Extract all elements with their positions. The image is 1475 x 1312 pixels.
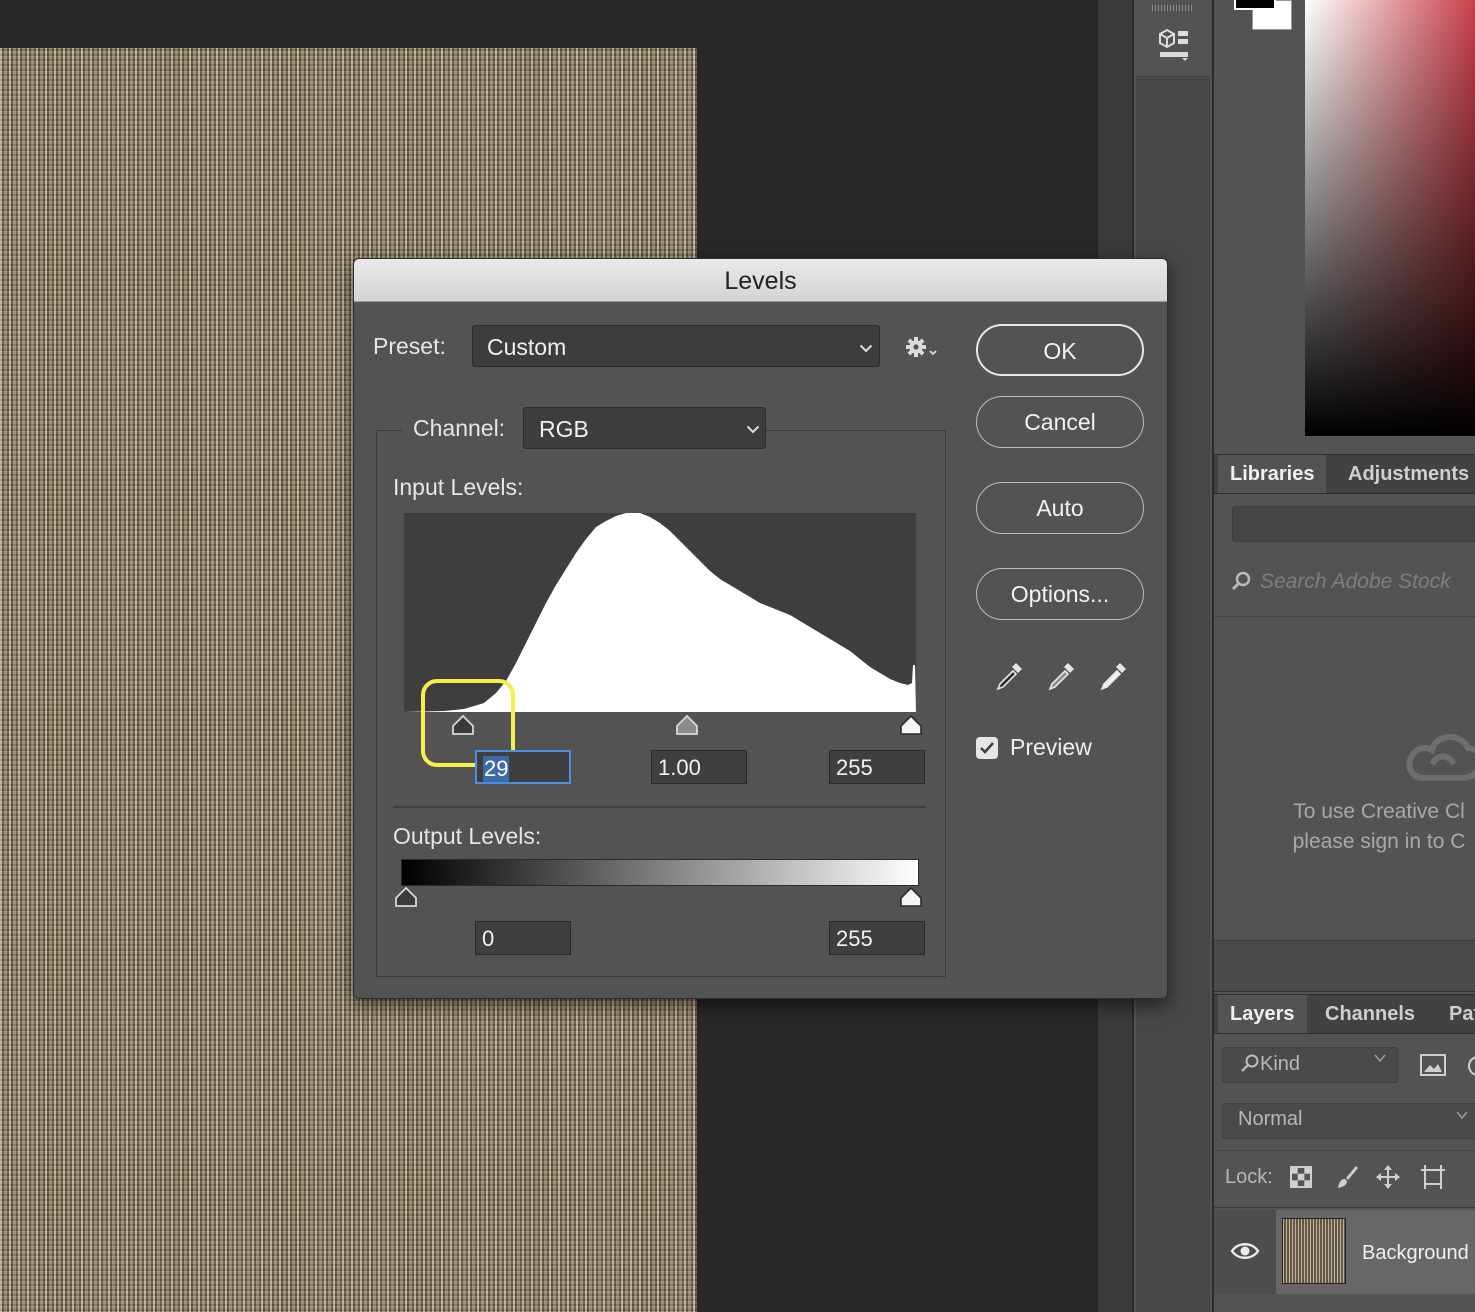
libraries-tabbar: Libraries Adjustments [1214,454,1475,494]
panel-grip[interactable] [1152,5,1192,11]
blend-mode-value: Normal [1238,1108,1303,1130]
stock-search-input[interactable]: Search Adobe Stock [1260,566,1475,598]
dialog-title: Levels [724,267,797,295]
tab-adjustments[interactable]: Adjustments [1336,455,1475,493]
gray-eyedropper-icon[interactable] [1044,659,1078,693]
output-black-field[interactable]: 0 [475,921,571,955]
output-gradient-bar [401,859,919,886]
cancel-button[interactable]: Cancel [976,396,1144,448]
output-white-field[interactable]: 255 [829,921,925,955]
libraries-panel-footer [1214,940,1475,992]
chevron-down-icon [1374,1054,1386,1063]
channel-value: RGB [539,416,589,442]
layer-name[interactable]: Background [1362,1242,1469,1265]
checkmark-icon [980,742,994,754]
output-white-slider[interactable] [898,886,924,908]
libraries-signin-message-line1: To use Creative Cl [1293,800,1465,823]
search-icon [1241,1054,1259,1072]
divider [393,806,925,808]
lock-move-icon[interactable] [1375,1164,1401,1190]
input-white-field[interactable]: 255 [829,750,925,784]
chevron-down-icon [1456,1111,1468,1120]
search-icon [1232,571,1251,590]
tab-libraries[interactable]: Libraries [1218,455,1327,493]
preset-value: Custom [487,334,567,360]
preview-checkbox[interactable] [976,737,998,759]
input-highlight-slider[interactable] [898,714,924,736]
lock-paint-icon[interactable] [1334,1164,1360,1190]
3d-panel-icon[interactable] [1156,26,1192,62]
ok-button[interactable]: OK [976,324,1144,376]
lock-label: Lock: [1225,1166,1273,1188]
lock-artboard-icon[interactable] [1420,1164,1446,1190]
auto-button[interactable]: Auto [976,482,1144,534]
black-eyedropper-icon[interactable] [992,659,1026,693]
lock-transparent-icon[interactable] [1288,1164,1314,1190]
channel-label: Channel: [413,415,506,441]
foreground-color-swatch[interactable] [1234,0,1276,10]
chevron-down-icon [859,344,873,353]
tab-layers[interactable]: Layers [1218,995,1307,1033]
output-black-slider[interactable] [393,886,419,908]
layer-filter-label: Kind [1240,1050,1300,1078]
eye-icon[interactable] [1230,1240,1260,1262]
adjustment-filter-icon[interactable] [1466,1054,1475,1078]
image-filter-icon[interactable] [1420,1054,1446,1076]
preset-label: Preset: [373,333,446,359]
library-select[interactable] [1232,506,1475,542]
input-levels-label: Input Levels: [393,474,524,500]
gear-icon[interactable] [904,335,940,361]
libraries-signin-message-line2: please sign in to C [1292,830,1466,853]
layer-filter-value: Kind [1260,1053,1301,1075]
white-eyedropper-icon[interactable] [1096,659,1130,693]
layers-tabbar: Layers Channels Pat [1214,994,1475,1034]
input-black-field[interactable]: 29 [475,750,571,784]
creative-cloud-icon [1406,734,1475,781]
tab-channels[interactable]: Channels [1313,995,1427,1033]
layer-thumbnail[interactable] [1282,1218,1346,1284]
options-button[interactable]: Options... [976,568,1144,620]
tab-paths[interactable]: Pat [1437,995,1475,1033]
chevron-down-icon [746,425,760,434]
levels-dialog: Levels Preset: Custom Channel: RGB Input… [353,258,1168,999]
preview-label[interactable]: Preview [1010,734,1092,761]
output-levels-label: Output Levels: [393,823,542,849]
input-gamma-field[interactable]: 1.00 [651,750,747,784]
input-midtone-slider[interactable] [674,714,700,736]
color-picker-field[interactable] [1305,0,1475,436]
input-black-value: 29 [483,756,510,782]
